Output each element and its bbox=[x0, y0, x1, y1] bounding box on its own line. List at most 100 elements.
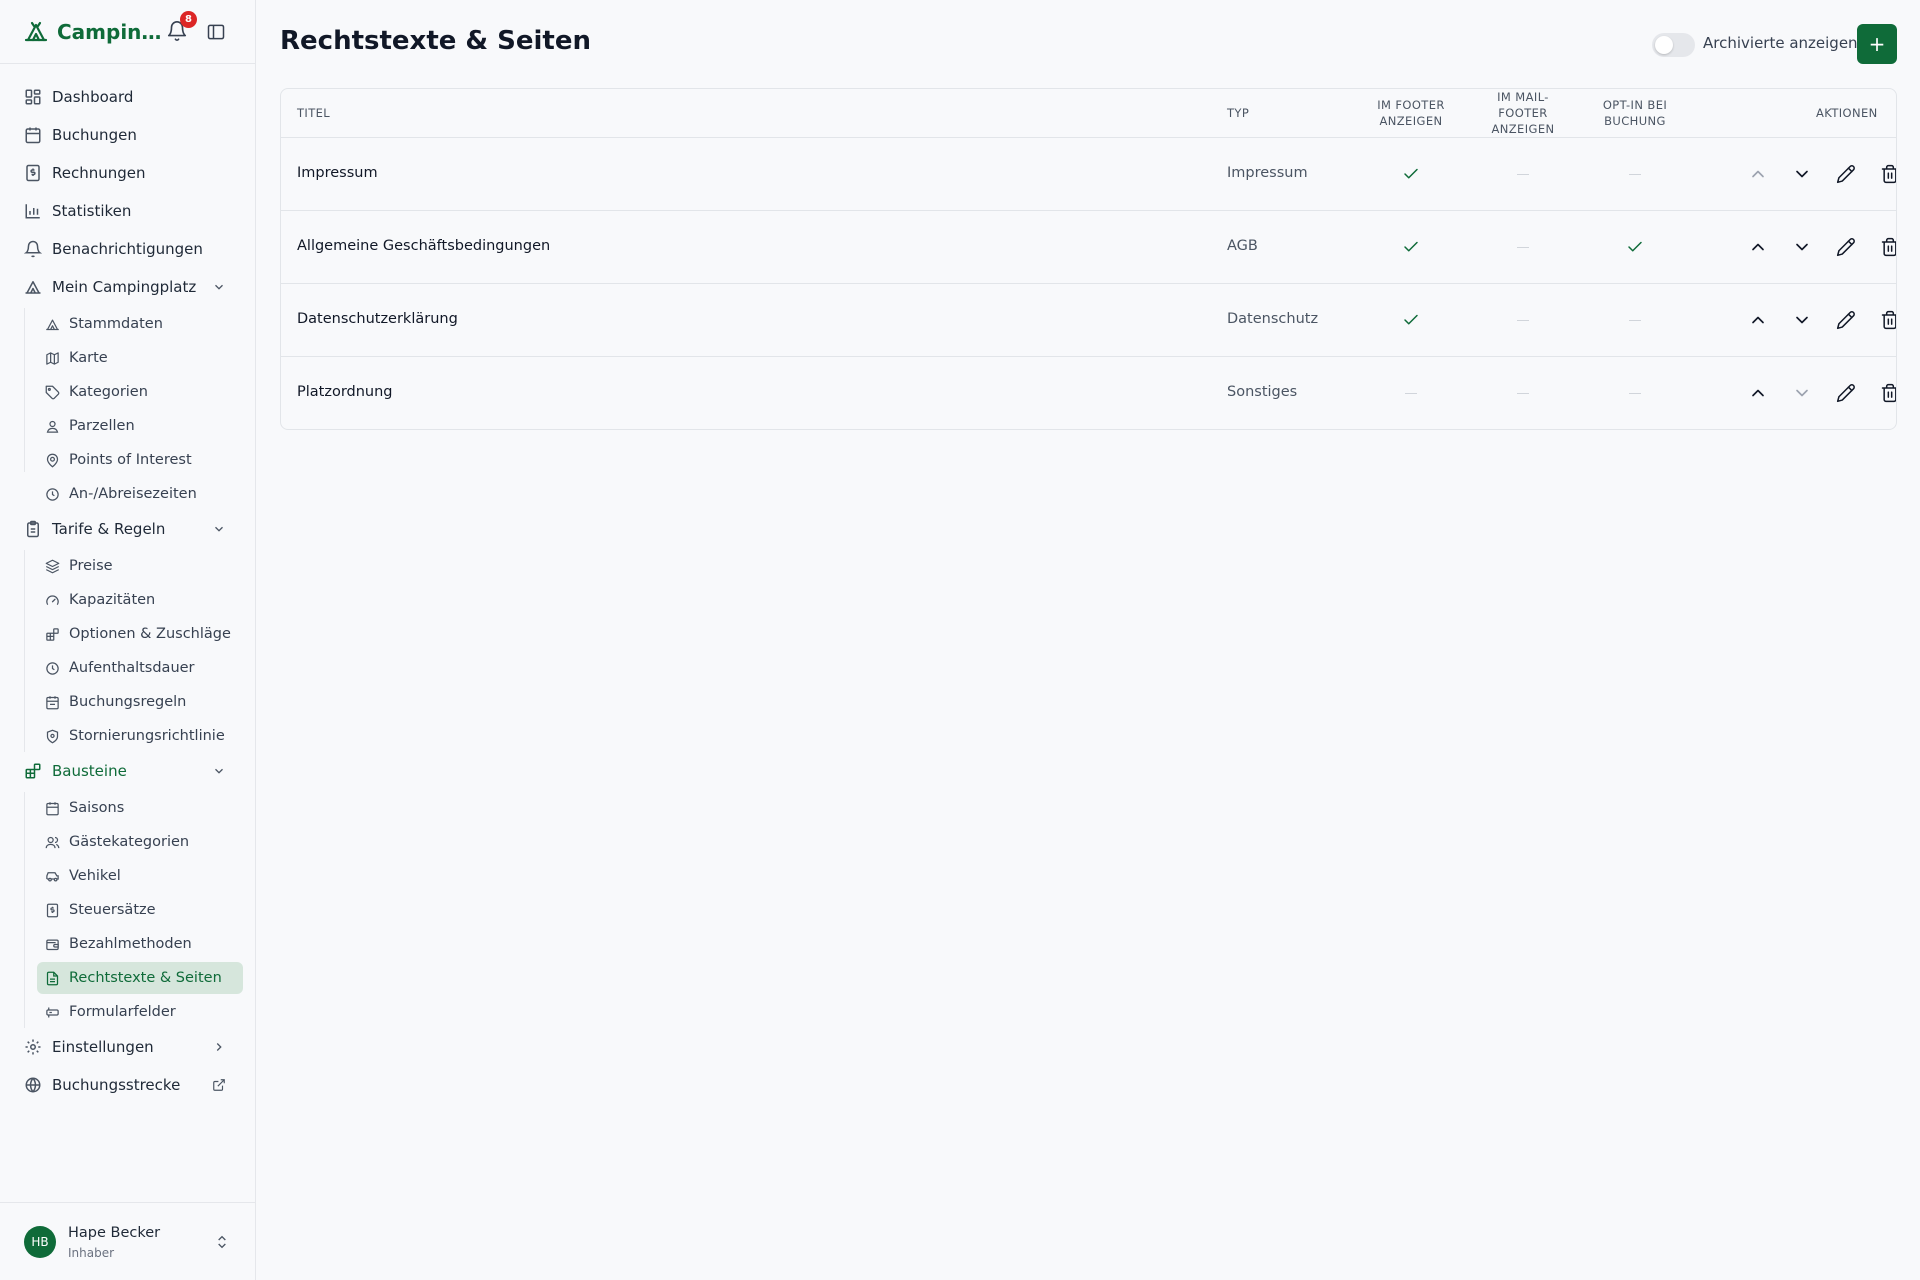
clock-icon bbox=[46, 661, 59, 675]
column-header-title: Titel bbox=[297, 106, 331, 120]
sidebar-item-cancellation-policy[interactable]: Stornierungsrichtlinie bbox=[37, 720, 243, 752]
chevron-right-icon bbox=[216, 1043, 222, 1051]
sidebar-group-campsite[interactable]: Mein Campingplatz bbox=[14, 270, 242, 304]
receipt-icon bbox=[46, 903, 59, 917]
sidebar-item-categories[interactable]: Kategorien bbox=[37, 376, 243, 408]
sidebar-item-dashboard[interactable]: Dashboard bbox=[14, 80, 242, 114]
avatar: HB bbox=[24, 1226, 56, 1258]
gauge-icon bbox=[46, 594, 59, 605]
row-title: Platzordnung bbox=[297, 384, 393, 400]
move-down-icon[interactable] bbox=[1792, 237, 1812, 257]
sidebar-item-label: Buchungsregeln bbox=[69, 694, 187, 710]
sidebar-item-booking-rules[interactable]: Buchungsregeln bbox=[37, 686, 243, 718]
sidebar-item-map[interactable]: Karte bbox=[37, 342, 243, 374]
footer-check-icon bbox=[1404, 314, 1418, 325]
move-up-icon[interactable] bbox=[1748, 164, 1768, 184]
move-up-icon[interactable] bbox=[1748, 237, 1768, 257]
user-menu[interactable]: HB Hape Becker Inhaber bbox=[0, 1202, 256, 1280]
move-down-icon[interactable] bbox=[1792, 383, 1812, 403]
wallet-icon bbox=[46, 939, 59, 950]
optin-check-icon bbox=[1628, 241, 1642, 252]
move-down-icon[interactable] bbox=[1792, 164, 1812, 184]
sidebar-item-label: Preise bbox=[69, 558, 113, 574]
sidebar-item-stay-duration[interactable]: Aufenthaltsdauer bbox=[37, 652, 243, 684]
sidebar-item-booking-flow[interactable]: Buchungsstrecke bbox=[14, 1068, 242, 1102]
invoice-icon bbox=[26, 164, 40, 182]
sidebar-item-prices[interactable]: Preise bbox=[37, 550, 243, 582]
calendar-icon bbox=[25, 127, 41, 144]
globe-icon bbox=[25, 1077, 41, 1093]
sub-nav-line bbox=[24, 792, 25, 1028]
column-header-mail-footer: Im Mail- Footer anzeigen bbox=[1473, 89, 1573, 137]
sidebar-item-arrival-times[interactable]: An-/Abreisezeiten bbox=[37, 478, 243, 510]
edit-pencil-icon[interactable] bbox=[1836, 310, 1856, 330]
move-up-icon[interactable] bbox=[1748, 383, 1768, 403]
sidebar-item-capacities[interactable]: Kapazitäten bbox=[37, 584, 243, 616]
chevrons-up-down-icon bbox=[218, 1235, 226, 1249]
sidebar-group-building-blocks[interactable]: Bausteine bbox=[14, 754, 242, 788]
edit-pencil-icon[interactable] bbox=[1836, 237, 1856, 257]
sidebar-item-invoices[interactable]: Rechnungen bbox=[14, 156, 242, 190]
header-line: Buchung bbox=[1604, 114, 1666, 128]
add-button[interactable]: + bbox=[1857, 24, 1897, 64]
sidebar-item-legal-texts[interactable]: Rechtstexte & Seiten bbox=[37, 962, 243, 994]
sidebar-item-label: Stornierungsrichtlinie bbox=[69, 728, 225, 744]
sidebar-item-label: Buchungen bbox=[52, 126, 137, 144]
sidebar-toggle-icon[interactable] bbox=[206, 22, 226, 42]
map-pin-icon bbox=[46, 453, 59, 468]
sidebar-item-plots[interactable]: Parzellen bbox=[37, 410, 243, 442]
sidebar-item-label: An-/Abreisezeiten bbox=[69, 486, 197, 502]
sidebar-item-label: Bezahlmethoden bbox=[69, 936, 192, 952]
sidebar-item-form-fields[interactable]: Formularfelder bbox=[37, 996, 243, 1028]
edit-pencil-icon[interactable] bbox=[1836, 383, 1856, 403]
tent-icon bbox=[25, 281, 41, 294]
gear-icon bbox=[25, 1039, 41, 1055]
sidebar-item-guest-categories[interactable]: Gästekategorien bbox=[37, 826, 243, 858]
sidebar-item-options[interactable]: Optionen & Zuschläge bbox=[37, 618, 243, 650]
move-up-icon[interactable] bbox=[1748, 310, 1768, 330]
sidebar-group-label: Bausteine bbox=[52, 762, 127, 780]
delete-trash-icon[interactable] bbox=[1880, 237, 1897, 257]
sidebar-item-statistics[interactable]: Statistiken bbox=[14, 194, 242, 228]
footer-check-icon bbox=[1404, 168, 1418, 179]
table-header: Titel Typ Im Footer anzeigen Im Mail- Fo… bbox=[281, 89, 1896, 138]
sidebar-item-master-data[interactable]: Stammdaten bbox=[37, 308, 243, 340]
legal-texts-table: Titel Typ Im Footer anzeigen Im Mail- Fo… bbox=[280, 88, 1897, 430]
sub-nav-line bbox=[24, 550, 25, 752]
sidebar-item-seasons[interactable]: Saisons bbox=[37, 792, 243, 824]
delete-trash-icon[interactable] bbox=[1880, 383, 1897, 403]
column-header-actions: Aktionen bbox=[1816, 106, 1878, 120]
brand[interactable]: Campin… bbox=[24, 20, 161, 44]
delete-trash-icon[interactable] bbox=[1880, 310, 1897, 330]
archived-toggle[interactable] bbox=[1652, 33, 1695, 57]
sidebar-item-vehicles[interactable]: Vehikel bbox=[37, 860, 243, 892]
sidebar-item-poi[interactable]: Points of Interest bbox=[37, 444, 243, 476]
sidebar-item-label: Stammdaten bbox=[69, 316, 163, 332]
sidebar-group-rates[interactable]: Tarife & Regeln bbox=[14, 512, 242, 546]
sidebar-item-settings[interactable]: Einstellungen bbox=[14, 1030, 242, 1064]
header-line: anzeigen bbox=[1491, 122, 1555, 136]
sidebar-item-label: Optionen & Zuschläge bbox=[69, 626, 231, 642]
plot-icon bbox=[46, 420, 59, 433]
sidebar-item-payment-methods[interactable]: Bezahlmethoden bbox=[37, 928, 243, 960]
calendar-icon bbox=[46, 695, 59, 709]
blocks-icon bbox=[25, 763, 41, 779]
row-type: Sonstiges bbox=[1227, 384, 1298, 400]
optin-empty-dash bbox=[1629, 174, 1641, 175]
layers-icon bbox=[45, 559, 60, 573]
mail-footer-empty-dash bbox=[1517, 247, 1529, 248]
sidebar-item-tax-rates[interactable]: Steuersätze bbox=[37, 894, 243, 926]
optin-empty-dash bbox=[1629, 320, 1641, 321]
external-link-icon bbox=[213, 1079, 225, 1091]
delete-trash-icon[interactable] bbox=[1880, 164, 1897, 184]
sidebar-group-label: Mein Campingplatz bbox=[52, 278, 197, 296]
sidebar-item-label: Points of Interest bbox=[69, 452, 192, 468]
chevron-down-icon bbox=[215, 768, 223, 774]
sidebar-item-notifications[interactable]: Benachrichtigungen bbox=[14, 232, 242, 266]
shield-icon bbox=[46, 729, 59, 743]
archived-toggle-label: Archivierte anzeigen bbox=[1703, 34, 1858, 52]
move-down-icon[interactable] bbox=[1792, 310, 1812, 330]
sidebar-item-bookings[interactable]: Buchungen bbox=[14, 118, 242, 152]
edit-pencil-icon[interactable] bbox=[1836, 164, 1856, 184]
sidebar-item-label: Rechnungen bbox=[52, 164, 146, 182]
